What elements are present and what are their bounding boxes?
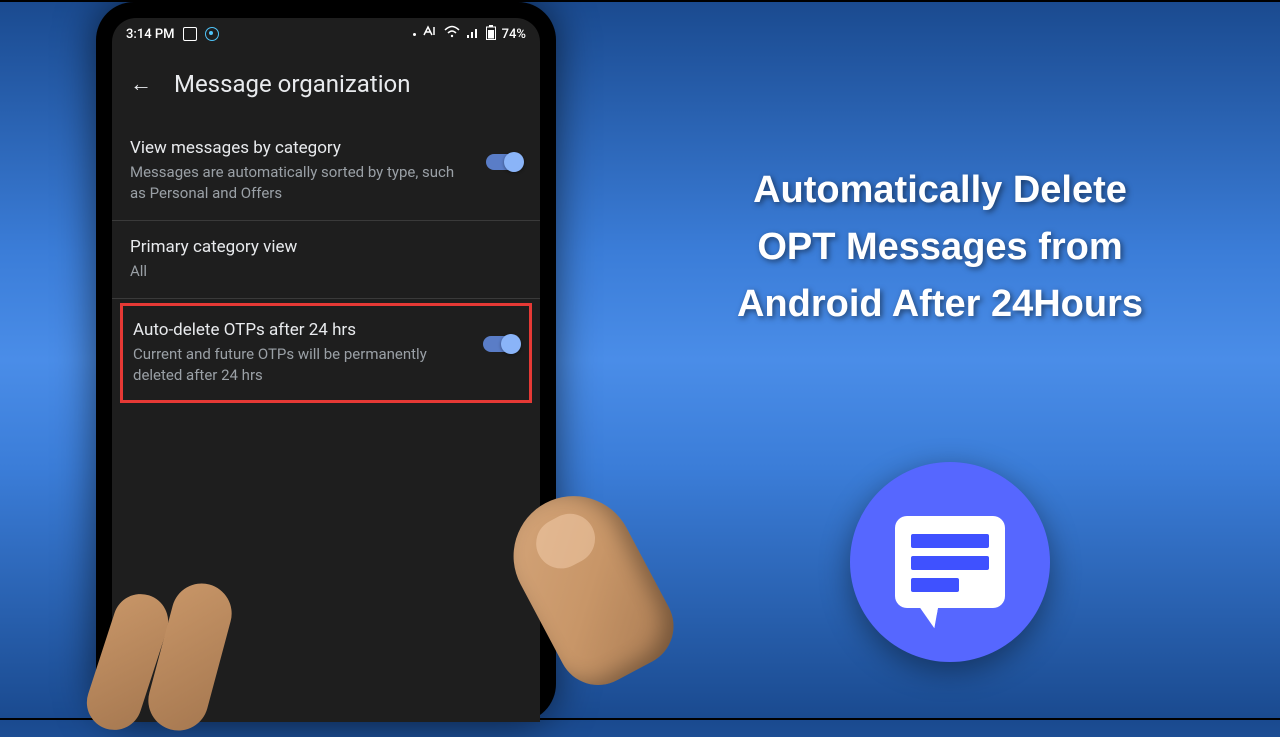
setting-auto-delete-otp[interactable]: Auto-delete OTPs after 24 hrs Current an… — [123, 306, 529, 400]
setting-desc-auto-delete: Current and future OTPs will be permanen… — [133, 344, 469, 386]
setting-title-auto-delete: Auto-delete OTPs after 24 hrs — [133, 320, 469, 340]
promo-headline: Automatically Delete OPT Messages from A… — [640, 162, 1240, 333]
status-time: 3:14 PM — [126, 27, 175, 42]
setting-value-primary-view: All — [130, 261, 522, 282]
chat-bubble-icon — [895, 516, 1005, 608]
toggle-auto-delete-otp[interactable] — [483, 336, 519, 352]
setting-desc-category: Messages are automatically sorted by typ… — [130, 162, 472, 204]
wifi-icon — [444, 25, 460, 43]
setting-primary-category-view[interactable]: Primary category view All — [112, 221, 540, 299]
promo-line-2: OPT Messages from — [640, 219, 1240, 276]
notification-app-icon — [183, 27, 197, 41]
battery-icon — [486, 25, 496, 44]
toggle-view-by-category[interactable] — [486, 154, 522, 170]
setting-view-by-category[interactable]: View messages by category Messages are a… — [112, 122, 540, 221]
screen-title: Message organization — [174, 70, 410, 98]
phone-screen: 3:14 PM 74% ← Message organization View … — [112, 18, 540, 722]
phone-device-frame: 3:14 PM 74% ← Message organization View … — [96, 2, 556, 722]
highlight-auto-delete-box: Auto-delete OTPs after 24 hrs Current an… — [120, 303, 532, 403]
notification-sync-icon — [205, 27, 219, 41]
promo-line-3: Android After 24Hours — [640, 276, 1240, 333]
battery-percent: 74% — [502, 27, 526, 42]
setting-title-category: View messages by category — [130, 138, 472, 158]
status-bar: 3:14 PM 74% — [112, 18, 540, 50]
status-dot-icon — [413, 33, 416, 36]
status-left-cluster: 3:14 PM — [126, 27, 219, 42]
messages-app-badge — [850, 462, 1050, 662]
setting-title-primary-view: Primary category view — [130, 237, 522, 257]
back-arrow-icon[interactable]: ← — [130, 71, 152, 97]
screen-header: ← Message organization — [112, 50, 540, 122]
status-right-cluster: 74% — [413, 25, 526, 44]
signal-icon — [466, 26, 480, 42]
promo-line-1: Automatically Delete — [640, 162, 1240, 219]
volte-icon — [422, 25, 438, 43]
